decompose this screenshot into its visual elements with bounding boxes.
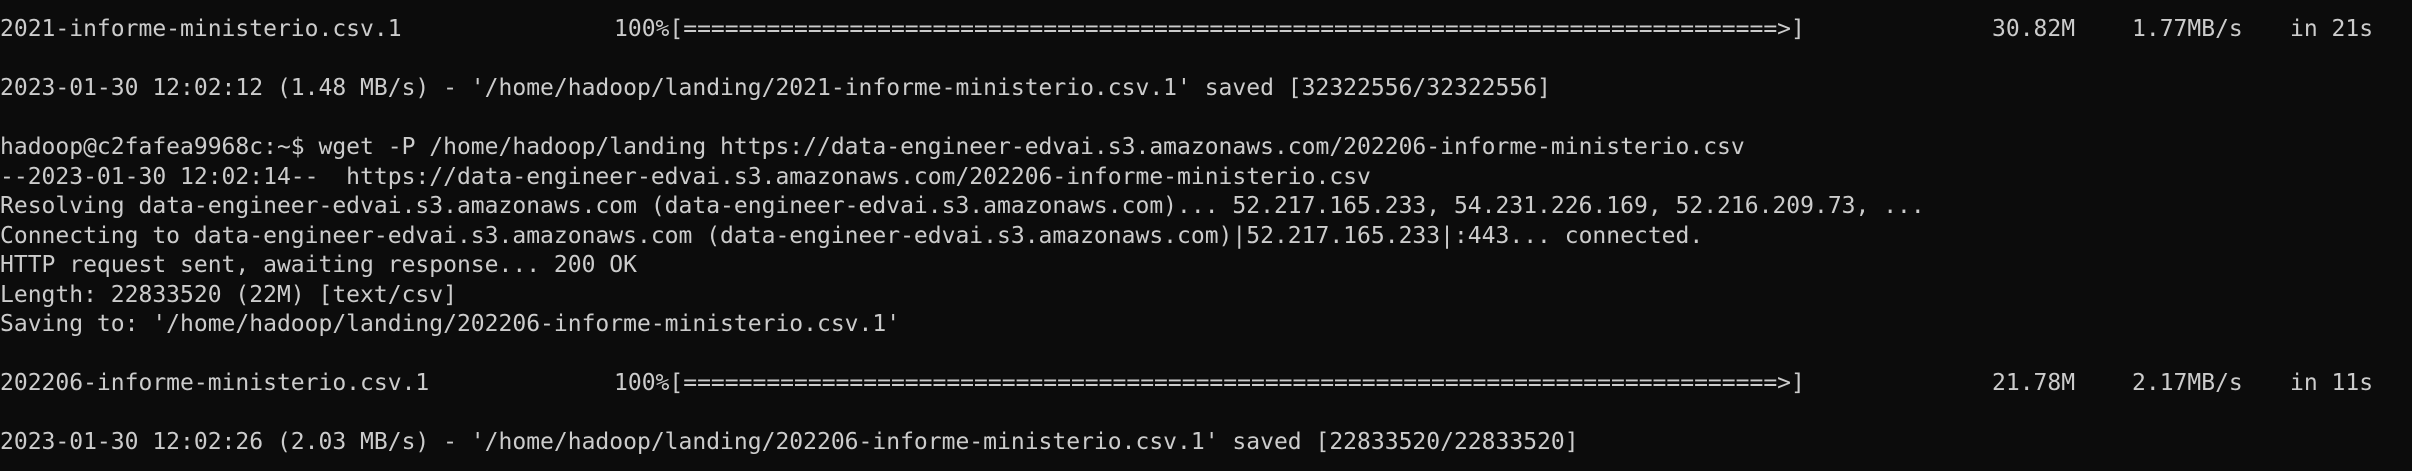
progress-filename: 202206-informe-ministerio.csv.1 xyxy=(0,370,430,396)
progress-rate: 2.17MB/s xyxy=(2132,370,2243,396)
progress-rate: 1.77MB/s xyxy=(2132,16,2243,42)
output-line: Connecting to data-engineer-edvai.s3.ama… xyxy=(0,222,2412,252)
resolving-message: Resolving data-engineer-edvai.s3.amazona… xyxy=(0,193,1925,219)
http-response-message: HTTP request sent, awaiting response... … xyxy=(0,252,637,278)
output-line: Length: 22833520 (22M) [text/csv] xyxy=(0,281,2412,311)
output-line: --2023-01-30 12:02:14-- https://data-eng… xyxy=(0,163,2412,193)
output-line: HTTP request sent, awaiting response... … xyxy=(0,251,2412,281)
terminal-window[interactable]: 2021-informe-ministerio.csv.1 100%[=====… xyxy=(0,0,2412,471)
output-line: 2023-01-30 12:02:26 (2.03 MB/s) - '/home… xyxy=(0,428,2412,458)
progress-bar: 100%[===================================… xyxy=(614,16,1805,42)
length-message: Length: 22833520 (22M) [text/csv] xyxy=(0,281,457,308)
connecting-message: Connecting to data-engineer-edvai.s3.ama… xyxy=(0,222,1704,249)
request-timestamp-url: --2023-01-30 12:02:14-- https://data-eng… xyxy=(0,163,1371,190)
saved-message: 2023-01-30 12:02:12 (1.48 MB/s) - '/home… xyxy=(0,75,1551,101)
progress-time: in 21s xyxy=(2290,16,2374,42)
progress-line: 202206-informe-ministerio.csv.1 100%[===… xyxy=(0,369,2412,399)
output-line: Resolving data-engineer-edvai.s3.amazona… xyxy=(0,192,2412,222)
progress-filename: 2021-informe-ministerio.csv.1 xyxy=(0,16,402,42)
saved-message: 2023-01-30 12:02:26 (2.03 MB/s) - '/home… xyxy=(0,429,1579,455)
progress-size: 30.82M xyxy=(1992,16,2076,42)
output-line: Saving to: '/home/hadoop/landing/202206-… xyxy=(0,310,2412,340)
command-line: hadoop@c2fafea9968c:~$ wget -P /home/had… xyxy=(0,133,2412,163)
shell-prompt-command: hadoop@c2fafea9968c:~$ wget -P /home/had… xyxy=(0,134,1745,160)
progress-bar: 100%[===================================… xyxy=(614,370,1805,396)
output-line: 2023-01-30 12:02:12 (1.48 MB/s) - '/home… xyxy=(0,74,2412,104)
progress-size: 21.78M xyxy=(1992,370,2076,396)
saving-to-message: Saving to: '/home/hadoop/landing/202206-… xyxy=(0,311,901,337)
progress-time: in 11s xyxy=(2290,370,2374,396)
progress-line: 2021-informe-ministerio.csv.1 100%[=====… xyxy=(0,15,2412,45)
